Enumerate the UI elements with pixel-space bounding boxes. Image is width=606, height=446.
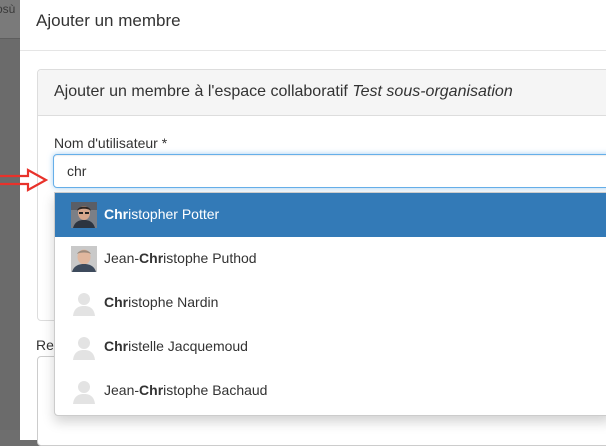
autocomplete-option[interactable]: Jean-Christophe Bachaud	[55, 369, 606, 413]
autocomplete-option-name: Christopher Potter	[104, 206, 219, 222]
name-match-highlight: Chr	[139, 250, 164, 266]
panel-heading: Ajouter un membre à l'espace collaborati…	[38, 70, 606, 116]
autocomplete-option-name: Jean-Christophe Puthod	[104, 250, 257, 266]
name-suffix: istophe Bachaud	[163, 382, 268, 398]
backdrop-partial-text: osù	[0, 2, 16, 16]
modal-header: Ajouter un membre	[20, 0, 606, 51]
modal-title: Ajouter un membre	[36, 11, 181, 30]
page-backdrop	[0, 0, 20, 430]
autocomplete-option[interactable]: Jean-Christophe Puthod	[55, 237, 606, 281]
autocomplete-option-name: Christophe Nardin	[104, 294, 218, 310]
user-photo-avatar	[71, 202, 97, 228]
username-input[interactable]	[53, 154, 606, 188]
second-section-label: Re	[36, 337, 54, 353]
default-user-icon	[71, 378, 97, 404]
name-match-highlight: Chr	[104, 294, 129, 310]
page-backdrop-header: osù	[0, 0, 20, 39]
username-label: Nom d'utilisateur *	[54, 135, 168, 151]
autocomplete-option-name: Christelle Jacquemoud	[104, 338, 248, 354]
panel-title: Ajouter un membre à l'espace collaborati…	[54, 83, 513, 101]
autocomplete-option[interactable]: Christophe Nardin	[55, 281, 606, 325]
name-match-highlight: Chr	[139, 382, 164, 398]
autocomplete-option[interactable]: Christelle Jacquemoud	[55, 325, 606, 369]
name-prefix: Jean-	[104, 250, 140, 266]
user-photo-avatar	[71, 246, 97, 272]
name-suffix: istopher Potter	[128, 206, 220, 222]
panel-title-space-name: Test sous-organisation	[352, 83, 513, 100]
autocomplete-option-name: Jean-Christophe Bachaud	[104, 382, 267, 398]
panel-title-text: Ajouter un membre à l'espace collaborati…	[54, 83, 353, 100]
username-autocomplete-dropdown: Christopher Potter Jean-Christophe Puthod…	[54, 192, 606, 416]
default-user-icon	[71, 334, 97, 360]
autocomplete-option[interactable]: Christopher Potter	[55, 193, 606, 237]
name-suffix: istelle Jacquemoud	[128, 338, 248, 354]
name-match-highlight: Chr	[104, 206, 129, 222]
default-user-icon	[71, 290, 97, 316]
name-suffix: istophe Puthod	[163, 250, 257, 266]
name-prefix: Jean-	[104, 382, 140, 398]
name-suffix: istophe Nardin	[128, 294, 219, 310]
name-match-highlight: Chr	[104, 338, 129, 354]
red-arrow-icon	[0, 168, 48, 192]
